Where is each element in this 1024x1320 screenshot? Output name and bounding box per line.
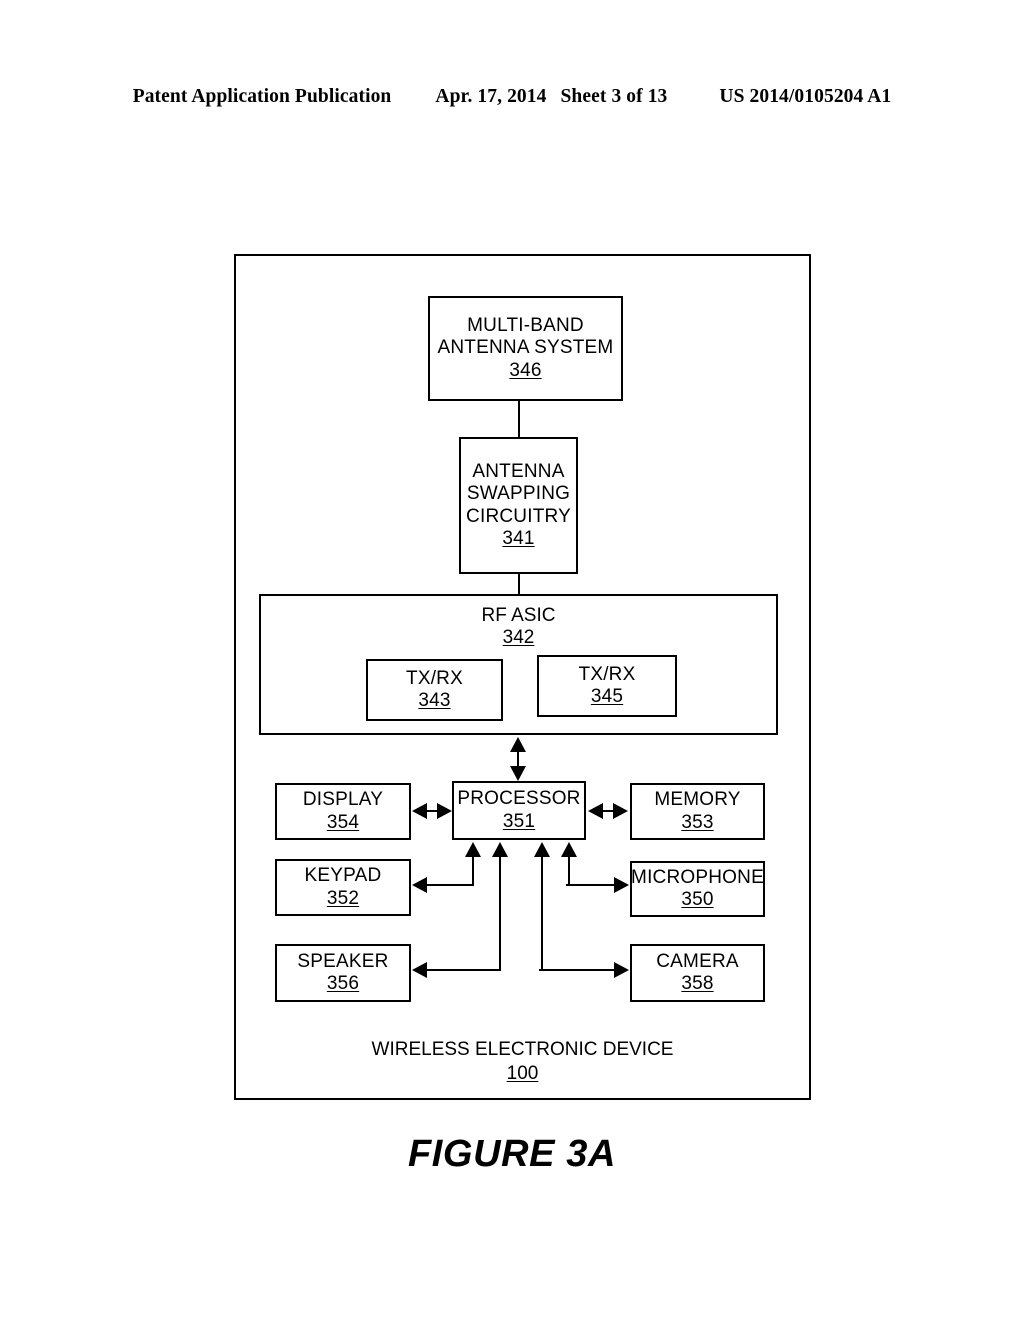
arrow-display-to-processor	[437, 803, 452, 819]
camera-ref: 358	[681, 973, 714, 994]
connector-microphone-vertical	[568, 854, 570, 886]
memory-label: MEMORY	[654, 789, 741, 811]
block-display: DISPLAY 354	[275, 783, 411, 840]
arrow-processor-to-rf-asic-down	[510, 766, 526, 781]
connector-speaker-vertical	[499, 854, 501, 971]
processor-ref: 351	[502, 810, 536, 832]
block-txrx-345: TX/RX 345	[537, 655, 677, 717]
arrow-processor-to-memory	[613, 803, 628, 819]
block-memory: MEMORY 353	[630, 783, 765, 840]
rf-asic-ref: 342	[502, 627, 535, 649]
connector-antenna-to-swapping	[518, 401, 520, 437]
speaker-label: SPEAKER	[297, 950, 389, 972]
speaker-ref: 356	[326, 973, 360, 994]
antenna-swapping-ref: 341	[502, 527, 535, 549]
connector-swapping-to-rf-asic	[518, 574, 520, 596]
connector-speaker-horizontal	[427, 969, 501, 971]
display-ref: 354	[326, 811, 360, 833]
block-txrx-343: TX/RX 343	[366, 659, 503, 721]
connector-camera-vertical	[541, 854, 543, 971]
figure-3a-diagram: MULTI-BAND ANTENNA SYSTEM 346 ANTENNA SW…	[0, 0, 1024, 1320]
antenna-swapping-line3: CIRCUITRY	[466, 505, 571, 527]
arrow-to-keypad	[412, 877, 427, 893]
txrx-345-label: TX/RX	[578, 663, 636, 685]
block-multi-band-antenna-system: MULTI-BAND ANTENNA SYSTEM 346	[428, 296, 623, 401]
block-speaker: SPEAKER 356	[275, 944, 411, 1002]
block-processor: PROCESSOR 351	[452, 781, 586, 840]
microphone-ref: 350	[681, 889, 714, 910]
antenna-system-ref: 346	[509, 359, 542, 381]
antenna-swapping-line1: ANTENNA	[472, 460, 565, 482]
rf-asic-label: RF ASIC	[481, 605, 556, 626]
block-keypad: KEYPAD 352	[275, 859, 411, 916]
txrx-343-ref: 343	[418, 690, 451, 711]
arrow-to-microphone	[614, 877, 629, 893]
keypad-label: KEYPAD	[304, 865, 382, 887]
camera-label: CAMERA	[656, 950, 739, 972]
connector-rf-asic-processor	[517, 749, 519, 766]
arrow-to-speaker	[412, 962, 427, 978]
microphone-label: MICROPHONE	[631, 866, 764, 888]
block-antenna-swapping-circuitry: ANTENNA SWAPPING CIRCUITRY 341	[459, 437, 578, 574]
display-label: DISPLAY	[302, 789, 384, 811]
keypad-ref: 352	[326, 887, 360, 909]
txrx-343-label: TX/RX	[406, 667, 463, 689]
antenna-system-line2: ANTENNA SYSTEM	[437, 337, 614, 359]
connector-microphone-horizontal	[566, 884, 615, 886]
memory-ref: 353	[681, 811, 714, 833]
device-caption-label: WIRELESS ELECTRONIC DEVICE	[371, 1039, 674, 1060]
block-rf-asic: RF ASIC 342	[259, 594, 778, 735]
connector-keypad-horizontal	[427, 884, 474, 886]
block-microphone: MICROPHONE 350	[630, 861, 765, 917]
antenna-system-line1: MULTI-BAND	[467, 314, 584, 336]
connector-camera-horizontal	[539, 969, 615, 971]
device-caption-ref: 100	[506, 1062, 539, 1084]
antenna-swapping-line2: SWAPPING	[466, 483, 571, 505]
connector-keypad-vertical	[472, 854, 474, 886]
arrow-to-camera	[614, 962, 629, 978]
arrow-memory-to-processor	[588, 803, 603, 819]
figure-title: FIGURE 3A	[407, 1133, 617, 1175]
processor-label: PROCESSOR	[457, 788, 581, 810]
arrow-processor-to-display	[412, 803, 427, 819]
txrx-345-ref: 345	[590, 686, 624, 707]
block-camera: CAMERA 358	[630, 944, 765, 1002]
device-caption: WIRELESS ELECTRONIC DEVICE 100	[234, 1038, 811, 1086]
